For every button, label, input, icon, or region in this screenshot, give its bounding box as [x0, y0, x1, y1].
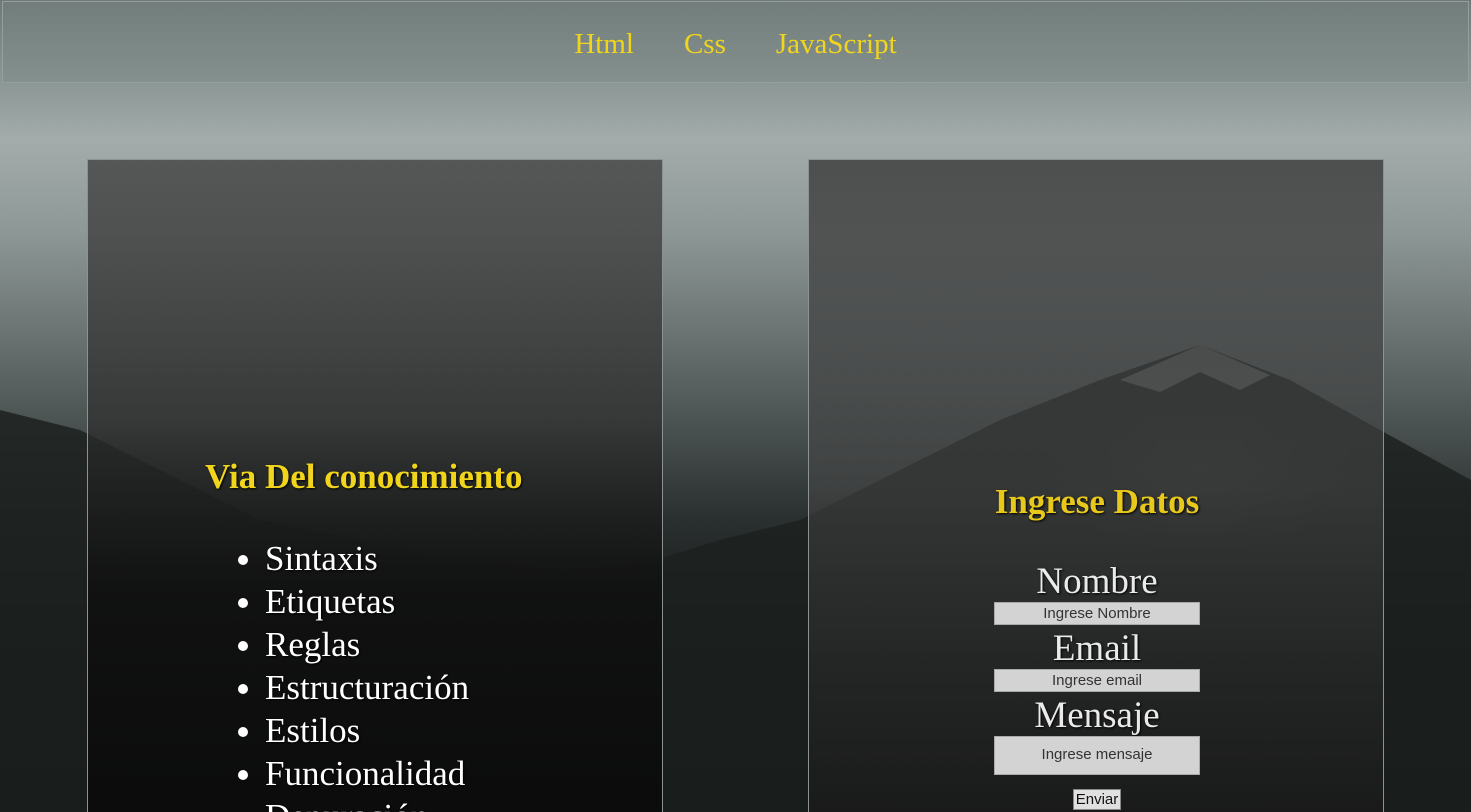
- topic-item: Estructuración: [265, 666, 469, 709]
- topic-item: Etiquetas: [265, 580, 469, 623]
- topic-item: Estilos: [265, 709, 469, 752]
- topic-list: Sintaxis Etiquetas Reglas Estructuración…: [265, 537, 469, 812]
- form-title: Ingrese Datos: [994, 482, 1200, 521]
- nav-link-html[interactable]: Html: [574, 24, 634, 61]
- message-label: Mensaje: [1034, 695, 1160, 736]
- nav-link-css[interactable]: Css: [684, 24, 726, 61]
- top-nav: Html Css JavaScript: [2, 1, 1469, 83]
- nav-link-javascript[interactable]: JavaScript: [776, 24, 897, 61]
- email-input[interactable]: [994, 669, 1200, 692]
- topic-item: Depuración: [265, 795, 469, 812]
- message-textarea[interactable]: [994, 736, 1200, 775]
- contact-form: Nombre Email Mensaje Enviar: [809, 562, 1385, 810]
- email-label: Email: [1052, 628, 1142, 669]
- topic-item: Funcionalidad: [265, 752, 469, 795]
- knowledge-panel: Via Del conocimiento Sintaxis Etiquetas …: [87, 159, 663, 812]
- name-input[interactable]: [994, 602, 1200, 625]
- topic-item: Reglas: [265, 623, 469, 666]
- topic-item: Sintaxis: [265, 537, 469, 580]
- name-label: Nombre: [1036, 561, 1158, 602]
- submit-button[interactable]: Enviar: [1072, 789, 1122, 810]
- knowledge-title: Via Del conocimiento: [205, 457, 523, 496]
- contact-panel: Ingrese Datos Nombre Email Mensaje Envia…: [808, 159, 1384, 812]
